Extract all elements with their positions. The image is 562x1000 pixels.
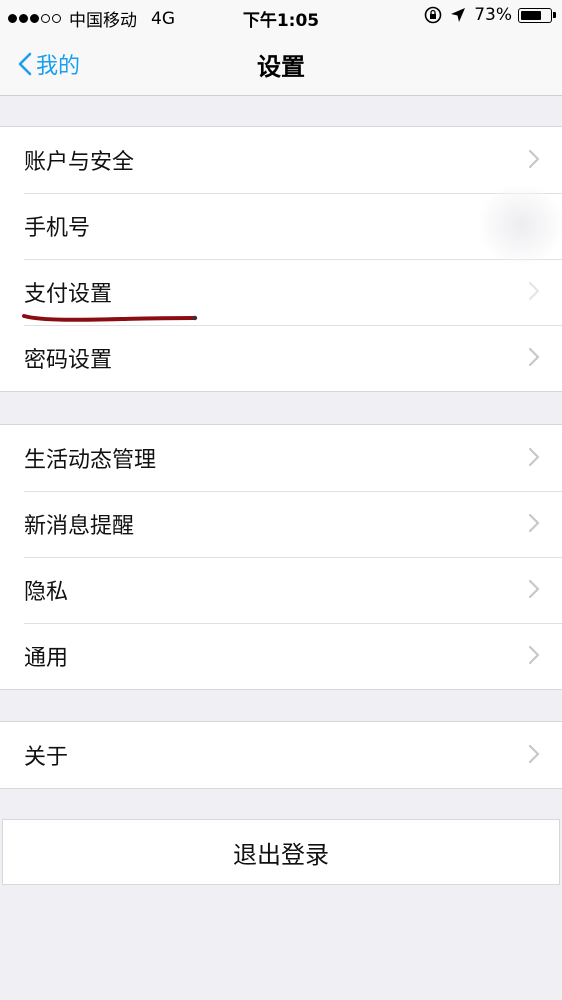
chevron-right-icon [528,447,540,467]
logout-label: 退出登录 [233,840,329,869]
status-bar: 中国移动 4G 下午1:05 73% [0,0,562,34]
settings-item-notifications[interactable]: 新消息提醒 [0,491,562,557]
chevron-right-icon [528,149,540,169]
settings-group-preferences: 生活动态管理 新消息提醒 隐私 通用 [0,424,562,690]
settings-item-label: 账户与安全 [24,150,135,175]
settings-item-label: 手机号 [24,216,91,241]
screen-smudge [480,185,562,265]
settings-item-life-updates[interactable]: 生活动态管理 [0,425,562,491]
settings-item-password-settings[interactable]: 密码设置 [0,325,562,391]
chevron-right-icon [528,645,540,665]
location-arrow-icon [451,8,466,22]
settings-item-label: 密码设置 [24,348,113,373]
chevron-right-icon [528,744,540,764]
settings-group-about: 关于 [0,721,562,789]
settings-item-privacy[interactable]: 隐私 [0,557,562,623]
battery-fill [521,10,541,20]
settings-item-label: 隐私 [24,580,69,605]
rotation-lock-icon [424,6,442,24]
logout-button[interactable]: 退出登录 [2,819,560,885]
chevron-right-icon [528,513,540,533]
chevron-right-icon [528,281,540,301]
chevron-right-icon [528,579,540,599]
battery-icon [518,7,556,23]
settings-item-label: 支付设置 [24,282,113,307]
nav-bar: 我的 设置 [0,34,562,96]
battery-percent: 73% [474,5,512,25]
settings-item-about[interactable]: 关于 [0,722,562,788]
chevron-right-icon [528,347,540,367]
status-right: 73% [424,5,556,25]
settings-item-label: 关于 [24,745,69,770]
settings-item-label: 生活动态管理 [24,448,157,473]
settings-item-label: 新消息提醒 [24,514,135,539]
page-title: 设置 [257,53,305,81]
settings-group-account: 账户与安全 手机号 支付设置 密码设置 [0,126,562,392]
settings-item-label: 通用 [24,646,69,671]
settings-item-general[interactable]: 通用 [0,623,562,689]
settings-item-account-security[interactable]: 账户与安全 [0,127,562,193]
settings-item-phone-number[interactable]: 手机号 [0,193,562,259]
red-underline-annotation [22,314,198,322]
